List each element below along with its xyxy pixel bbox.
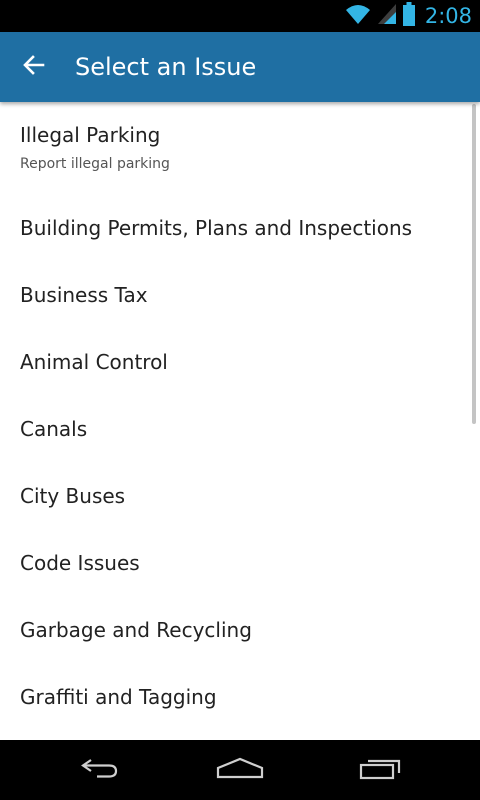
page-title: Select an Issue [75,53,257,81]
nav-recent-apps-button[interactable] [340,746,420,794]
battery-icon [402,1,415,31]
recent-apps-icon [358,756,402,785]
list-item-title: Animal Control [20,350,168,374]
list-item-canals[interactable]: Canals [0,395,470,462]
list-item-city-buses[interactable]: City Buses [0,462,470,529]
screen: 2:08 Select an Issue Illegal Parking Rep… [0,0,480,800]
list-item-title: Graffiti and Tagging [20,685,217,709]
list-item-subtitle: Report illegal parking [20,156,170,172]
back-nav-icon [78,756,122,785]
home-nav-icon [215,756,265,785]
list-item-garbage-recycling[interactable]: Garbage and Recycling [0,596,470,663]
app-bar: Select an Issue [0,32,480,102]
list-item-code-issues[interactable]: Code Issues [0,529,470,596]
list-item-graffiti-tagging[interactable]: Graffiti and Tagging [0,663,470,730]
nav-back-button[interactable] [60,746,140,794]
list-item-building-permits[interactable]: Building Permits, Plans and Inspections [0,194,470,261]
list-item-illegal-parking[interactable]: Illegal Parking Report illegal parking [0,102,470,192]
list-item-title: City Buses [20,484,126,508]
issue-list: Illegal Parking Report illegal parking B… [0,102,480,740]
list-item-title: Canals [20,417,88,441]
wifi-icon [345,3,371,30]
list-item-title: Building Permits, Plans and Inspections [20,216,413,240]
nav-bar [0,740,480,800]
list-item-business-tax[interactable]: Business Tax [0,261,470,328]
list-item-title: Garbage and Recycling [20,618,252,642]
arrow-left-icon [22,53,46,82]
status-time: 2:08 [424,4,472,28]
list-item-animal-control[interactable]: Animal Control [0,328,470,395]
list-item-title: Code Issues [20,551,140,575]
status-icons: 2:08 [345,0,472,32]
scrollbar[interactable] [472,104,476,424]
list-item-title: Illegal Parking [20,123,161,147]
nav-home-button[interactable] [200,746,280,794]
status-bar: 2:08 [0,0,480,32]
list-item-title: Business Tax [20,283,148,307]
signal-icon [377,3,397,30]
back-button[interactable] [10,43,58,91]
